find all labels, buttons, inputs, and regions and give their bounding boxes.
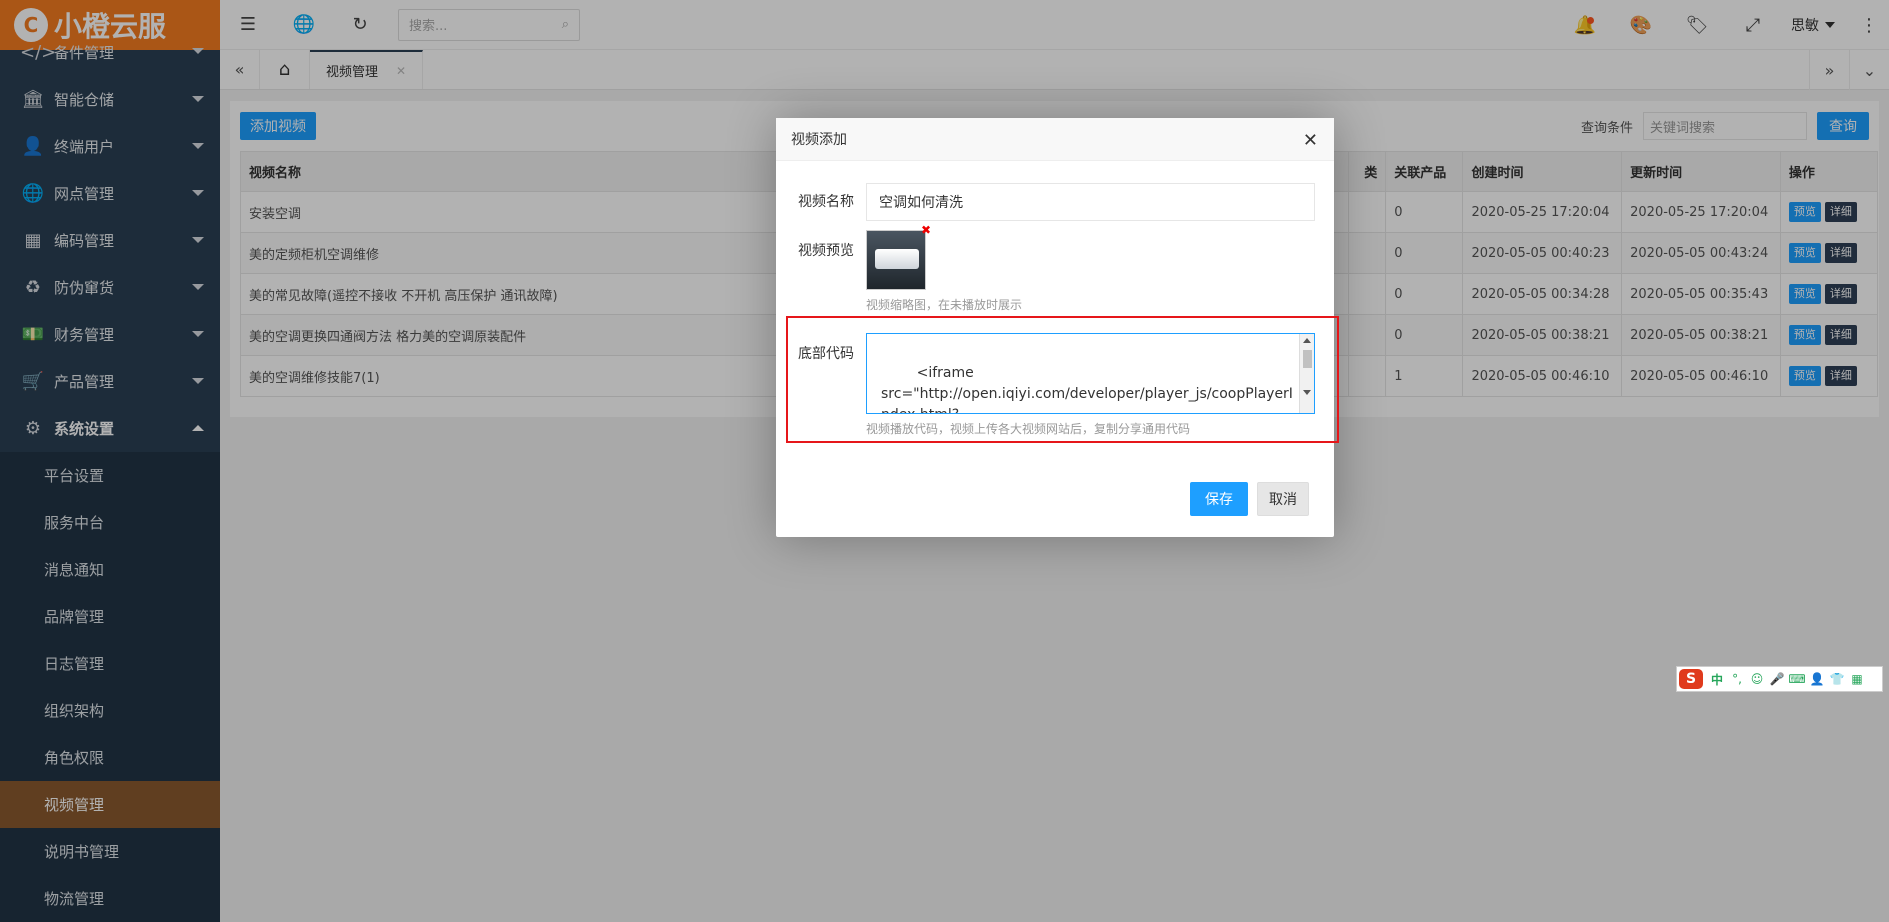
chinese-mode-toggle[interactable]: 中 — [1707, 671, 1727, 688]
air-conditioner-image — [875, 249, 919, 269]
form-row-name: 视频名称 空调如何清洗 — [776, 183, 1315, 221]
preview-field: ✖ 视频缩略图，在未播放时展示 — [866, 223, 1023, 313]
keyboard-icon[interactable]: ⌨ — [1787, 672, 1807, 686]
video-name-input[interactable]: 空调如何清洗 — [866, 183, 1315, 221]
toolbox-icon[interactable]: ▦ — [1847, 672, 1867, 686]
cancel-button[interactable]: 取消 — [1257, 482, 1309, 516]
ime-toolbar: S 中 °, ☺ 🎤 ⌨ 👤 👕 ▦ — [1676, 666, 1883, 692]
remove-thumbnail-icon[interactable]: ✖ — [921, 223, 931, 237]
video-preview-label: 视频预览 — [798, 243, 854, 259]
sogou-logo-icon[interactable]: S — [1679, 669, 1703, 689]
video-thumbnail[interactable]: ✖ — [866, 223, 931, 290]
microphone-icon[interactable]: 🎤 — [1767, 672, 1787, 686]
emoji-icon[interactable]: ☺ — [1747, 672, 1767, 686]
save-button[interactable]: 保存 — [1190, 482, 1248, 516]
skin-icon[interactable]: 👕 — [1827, 672, 1847, 686]
punctuation-icon[interactable]: °, — [1727, 672, 1747, 686]
form-row-preview: 视频预览 ✖ 视频缩略图，在未播放时展示 — [776, 223, 1023, 313]
video-name-label: 视频名称 — [798, 194, 854, 210]
dialog-header: 视频添加 — [776, 118, 1334, 161]
user-icon[interactable]: 👤 — [1807, 672, 1827, 686]
preview-hint: 视频缩略图，在未播放时展示 — [866, 298, 1023, 312]
close-icon[interactable]: ✕ — [1303, 130, 1318, 151]
dialog-title: 视频添加 — [791, 132, 847, 148]
highlight-box — [786, 316, 1339, 443]
